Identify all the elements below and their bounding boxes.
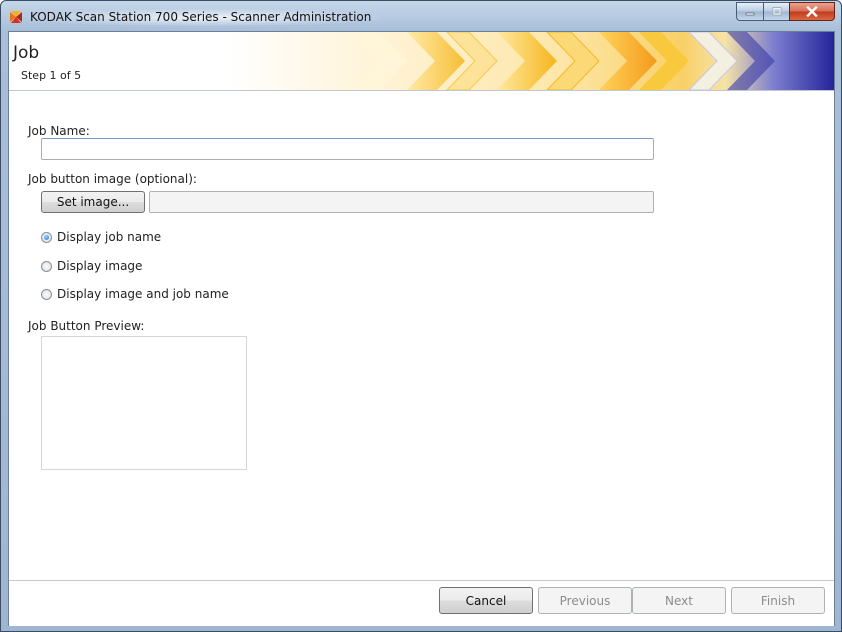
job-name-label: Job Name: bbox=[28, 124, 90, 138]
minimize-button[interactable] bbox=[736, 2, 763, 21]
maximize-icon bbox=[772, 7, 781, 16]
job-button-preview bbox=[41, 336, 247, 470]
scanner-admin-window: KODAK Scan Station 700 Series - Scanner … bbox=[0, 0, 842, 632]
job-button-preview-label: Job Button Preview: bbox=[28, 319, 145, 333]
radio-button-checked[interactable] bbox=[41, 231, 52, 243]
close-button[interactable] bbox=[789, 2, 835, 21]
title-bar[interactable]: KODAK Scan Station 700 Series - Scanner … bbox=[1, 1, 841, 33]
wizard-client-area: Job Step 1 of 5 Job Name: Job button ima… bbox=[8, 31, 835, 626]
wizard-header: Job Step 1 of 5 bbox=[9, 32, 834, 91]
maximize-button[interactable] bbox=[763, 2, 789, 21]
job-form: Job Name: Job button image (optional): S… bbox=[9, 90, 834, 580]
job-name-input[interactable] bbox=[41, 138, 654, 160]
radio-button[interactable] bbox=[41, 288, 52, 300]
kodak-app-icon bbox=[10, 11, 22, 23]
step-indicator: Step 1 of 5 bbox=[21, 69, 82, 82]
image-path-field bbox=[149, 191, 654, 213]
radio-display-image[interactable]: Display image bbox=[41, 259, 142, 273]
radio-label: Display image bbox=[57, 259, 143, 273]
radio-display-job-name[interactable]: Display job name bbox=[41, 230, 161, 244]
next-button[interactable]: Next bbox=[632, 587, 726, 614]
page-title: Job bbox=[13, 43, 40, 63]
radio-display-image-and-job-name[interactable]: Display image and job name bbox=[41, 287, 229, 301]
close-icon bbox=[806, 6, 818, 17]
radio-button[interactable] bbox=[41, 260, 52, 272]
radio-label: Display job name bbox=[57, 230, 162, 244]
minimize-icon bbox=[745, 12, 755, 15]
job-button-image-label: Job button image (optional): bbox=[28, 172, 197, 186]
chevron-banner bbox=[229, 32, 834, 90]
radio-label: Display image and job name bbox=[57, 287, 229, 301]
wizard-footer: Cancel Previous Next Finish bbox=[9, 580, 834, 626]
finish-button[interactable]: Finish bbox=[731, 587, 825, 614]
previous-button[interactable]: Previous bbox=[538, 587, 632, 614]
caption-buttons bbox=[736, 2, 835, 21]
cancel-button[interactable]: Cancel bbox=[439, 587, 533, 614]
window-title: KODAK Scan Station 700 Series - Scanner … bbox=[28, 9, 382, 26]
set-image-button[interactable]: Set image... bbox=[41, 191, 145, 213]
